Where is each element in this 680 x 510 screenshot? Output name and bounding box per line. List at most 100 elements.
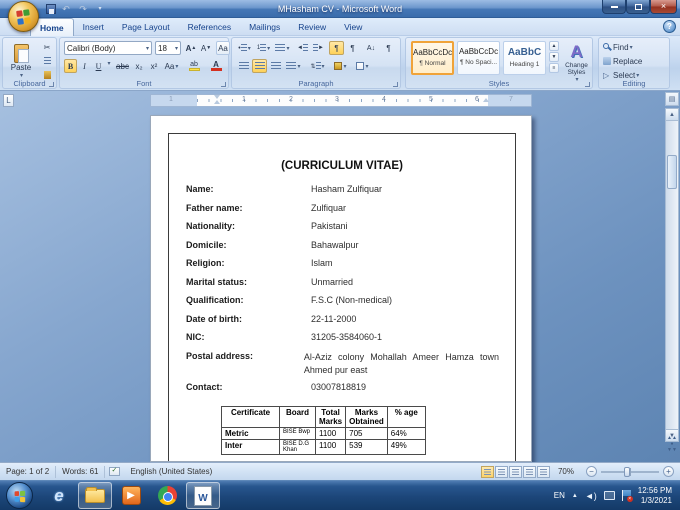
web-layout-button[interactable]	[508, 465, 522, 478]
office-button[interactable]	[8, 1, 39, 32]
undo-button[interactable]: ↶	[59, 3, 73, 16]
indent-marker[interactable]	[214, 95, 221, 106]
paste-icon	[13, 43, 29, 63]
find-button[interactable]: Find ▾	[602, 41, 666, 53]
view-ruler-button[interactable]: ▤	[665, 92, 679, 106]
font-size-select[interactable]: 18 ▾	[155, 41, 181, 55]
line-spacing-button[interactable]: ⇅ ▾	[308, 59, 327, 73]
italic-button[interactable]: I	[78, 59, 91, 73]
align-right-button[interactable]	[268, 59, 283, 73]
font-color-button[interactable]: A	[206, 59, 226, 73]
left-to-right-button[interactable]: ¶	[329, 41, 344, 55]
style-no-spacing[interactable]: AaBbCcDc ¶ No Spaci...	[457, 41, 500, 75]
taskbar-clock[interactable]: 12:56 PM 1/3/2021	[638, 486, 672, 506]
shading-button[interactable]: ▾	[331, 59, 350, 73]
word-count[interactable]: Words: 61	[56, 467, 104, 476]
change-case-button[interactable]: Aa ▾	[162, 59, 181, 73]
underline-button[interactable]: U	[92, 59, 105, 73]
tab-mailings[interactable]: Mailings	[240, 18, 289, 36]
close-button[interactable]: ×	[650, 0, 677, 14]
borders-button[interactable]: ▾	[353, 59, 372, 73]
show-hide-paragraph-button[interactable]: ¶	[381, 41, 396, 55]
language-bar[interactable]: EN	[554, 491, 565, 500]
zoom-slider-thumb[interactable]	[624, 466, 631, 477]
font-family-select[interactable]: Calibri (Body) ▾	[64, 41, 152, 55]
tab-references[interactable]: References	[179, 18, 240, 36]
copy-button[interactable]	[39, 55, 55, 67]
styles-dialog-launcher[interactable]	[585, 82, 590, 87]
redo-button[interactable]: ↷	[76, 3, 90, 16]
minimize-button[interactable]	[602, 0, 626, 14]
style-normal[interactable]: AaBbCcDc ¶ Normal	[411, 41, 454, 75]
numbering-button[interactable]: 1 ▾	[255, 41, 272, 55]
fullscreen-reading-button[interactable]	[494, 465, 508, 478]
save-button[interactable]	[46, 4, 56, 14]
outline-button[interactable]	[522, 465, 536, 478]
horizontal-ruler[interactable]: 1 1 2 3 4 5 6 7	[150, 94, 532, 107]
page-indicator[interactable]: Page: 1 of 2	[0, 467, 55, 476]
right-to-left-button[interactable]: ¶	[345, 41, 360, 55]
maximize-button[interactable]	[626, 0, 650, 14]
styles-more-button[interactable]: ≡	[549, 63, 559, 73]
sort-button[interactable]: A↓	[363, 41, 379, 55]
zoom-in-button[interactable]: +	[663, 466, 674, 477]
network-icon[interactable]	[603, 491, 615, 500]
text-highlight-button[interactable]: ab	[184, 59, 204, 73]
zoom-level[interactable]: 70%	[550, 467, 580, 476]
paragraph-dialog-launcher[interactable]	[393, 82, 398, 87]
strikethrough-button[interactable]: abc	[114, 59, 131, 73]
change-styles-button[interactable]: A Change Styles ▾	[561, 40, 592, 84]
align-left-button[interactable]	[236, 59, 251, 73]
scroll-up-button[interactable]: ▲	[666, 109, 678, 121]
paste-button[interactable]: Paste ▾	[6, 40, 36, 82]
taskbar-item-internet-explorer[interactable]: e	[42, 482, 76, 509]
show-hidden-icons-button[interactable]: ▲	[572, 493, 578, 499]
grow-font-button[interactable]: A ▲	[184, 41, 198, 55]
print-layout-button[interactable]	[480, 465, 494, 478]
taskbar-item-word[interactable]	[186, 482, 220, 509]
tab-review[interactable]: Review	[289, 18, 335, 36]
replace-button[interactable]: Replace	[602, 55, 666, 67]
style-heading1[interactable]: AaBbC Heading 1	[503, 41, 546, 75]
increase-indent-button[interactable]: ►	[311, 41, 326, 55]
decrease-indent-button[interactable]: ◄	[295, 41, 310, 55]
cut-button[interactable]: ✂	[39, 41, 55, 53]
tab-stop-selector[interactable]: L	[3, 94, 14, 107]
clear-formatting-button[interactable]: Aa	[216, 41, 230, 55]
zoom-slider[interactable]	[601, 466, 659, 477]
language-indicator[interactable]: English (United States)	[124, 467, 218, 476]
bullets-button[interactable]: • ▾	[236, 41, 253, 55]
next-page-button[interactable]: ▼▼	[667, 448, 677, 453]
right-indent-marker[interactable]	[483, 95, 490, 106]
document-page[interactable]: (CURRICULUM VITAE) Name: Hasham Zulfiquar…	[150, 115, 532, 462]
start-button[interactable]	[6, 482, 33, 509]
qat-customize-button[interactable]: ▾	[93, 3, 107, 16]
volume-icon[interactable]: ◄)	[585, 491, 597, 501]
tab-view[interactable]: View	[335, 18, 371, 36]
align-left-icon	[238, 62, 249, 70]
styles-scroll-down-button[interactable]: ▼	[549, 52, 559, 62]
font-dialog-launcher[interactable]	[221, 82, 226, 87]
draft-button[interactable]	[536, 465, 550, 478]
tab-page-layout[interactable]: Page Layout	[113, 18, 179, 36]
clipboard-dialog-launcher[interactable]	[49, 82, 54, 87]
taskbar-item-chrome[interactable]	[150, 482, 184, 509]
multilevel-list-button[interactable]: ▾	[274, 41, 291, 55]
proofing-status-icon[interactable]	[109, 466, 121, 476]
zoom-out-button[interactable]: −	[586, 466, 597, 477]
help-button[interactable]: ?	[663, 20, 676, 33]
taskbar-item-media-player[interactable]: ▶	[114, 482, 148, 509]
subscript-button[interactable]: x₂	[132, 59, 146, 73]
taskbar-item-explorer[interactable]	[78, 482, 112, 509]
align-center-button[interactable]	[252, 59, 267, 73]
bold-button[interactable]: B	[64, 59, 77, 73]
styles-scroll-up-button[interactable]: ▲	[549, 41, 559, 51]
scrollbar-thumb[interactable]	[667, 155, 677, 189]
vertical-scrollbar[interactable]: ▲ ▼	[665, 108, 679, 442]
action-center-flag-icon[interactable]: ×	[621, 490, 633, 502]
justify-button[interactable]: ▾	[284, 59, 303, 73]
superscript-button[interactable]: x²	[147, 59, 161, 73]
shrink-font-button[interactable]: A ▼	[199, 41, 213, 55]
tab-insert[interactable]: Insert	[74, 18, 113, 36]
underline-dropdown[interactable]: ▾	[105, 59, 112, 68]
